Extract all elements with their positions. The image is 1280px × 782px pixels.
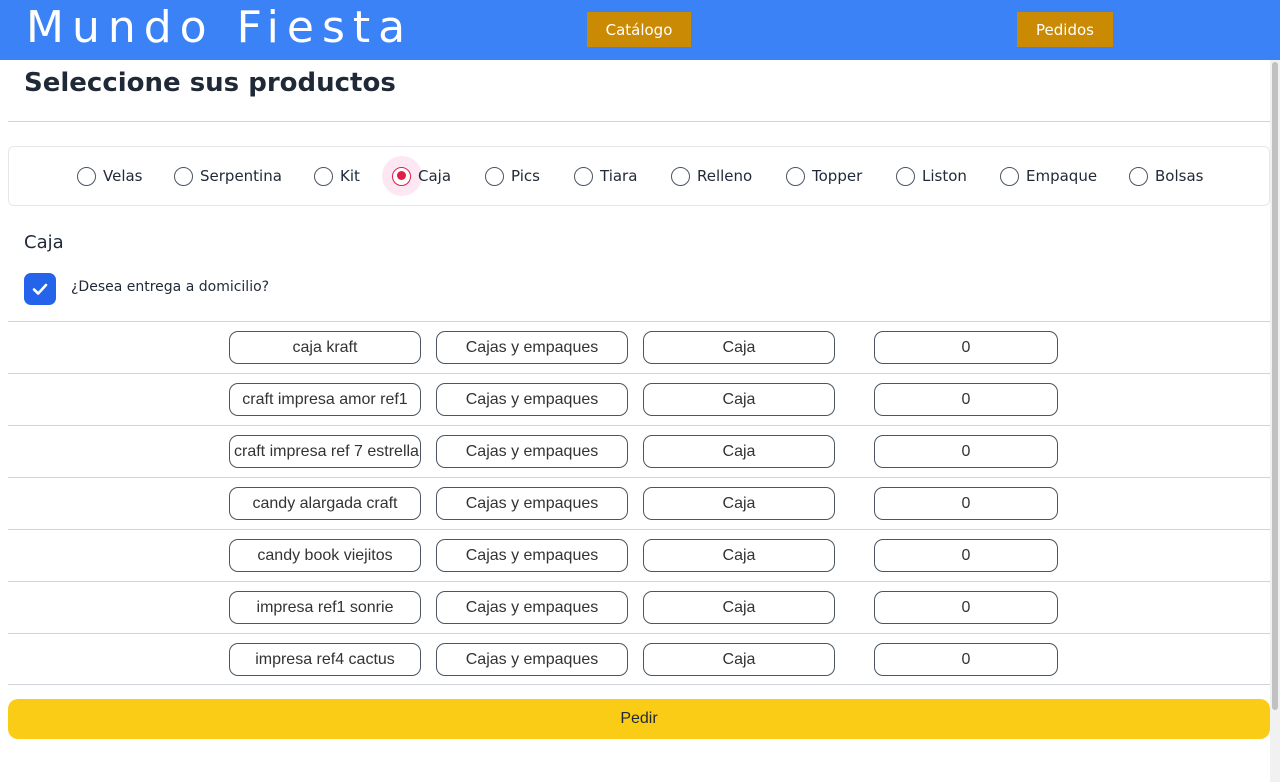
product-name-field[interactable]: candy alargada craft: [229, 487, 421, 520]
scrollbar-thumb[interactable]: [1272, 62, 1278, 710]
quantity-input[interactable]: 0: [874, 643, 1058, 676]
category-radio-empaque[interactable]: Empaque: [1000, 147, 1097, 205]
product-category-field[interactable]: Cajas y empaques: [436, 591, 628, 624]
radio-circle[interactable]: [671, 166, 690, 186]
product-name-field[interactable]: candy book viejitos: [229, 539, 421, 572]
product-type-field[interactable]: Caja: [643, 383, 835, 416]
table-row: craft impresa amor ref1 Cajas y empaques C…: [8, 373, 1270, 425]
product-name-field[interactable]: craft impresa amor ref1: [229, 383, 421, 416]
product-type-field[interactable]: Caja: [643, 331, 835, 364]
radio-circle[interactable]: [1129, 166, 1148, 186]
product-type-field[interactable]: Caja: [643, 591, 835, 624]
radio-label: Tiara: [600, 167, 638, 185]
radio-circle[interactable]: [77, 166, 96, 186]
top-header: Mundo Fiesta Catálogo Pedidos: [0, 0, 1280, 60]
product-name-field[interactable]: impresa ref4 cactus: [229, 643, 421, 676]
nav-catalogo-button[interactable]: Catálogo: [587, 12, 691, 47]
divider: [8, 121, 1270, 122]
table-row: caja kraft Cajas y empaques Caja 0: [8, 321, 1270, 373]
category-radio-tiara[interactable]: Tiara: [574, 147, 637, 205]
product-type-field[interactable]: Caja: [643, 539, 835, 572]
category-radio-serpentina[interactable]: Serpentina: [174, 147, 282, 205]
products-table: caja kraft Cajas y empaques Caja 0 craft imp…: [8, 321, 1270, 685]
nav-pedidos-button[interactable]: Pedidos: [1017, 12, 1113, 47]
category-radio-liston[interactable]: Liston: [896, 147, 967, 205]
brand-logo: Mundo Fiesta: [26, 2, 414, 53]
product-category-field[interactable]: Cajas y empaques: [436, 435, 628, 468]
category-radio-velas[interactable]: Velas: [77, 147, 143, 205]
quantity-input[interactable]: 0: [874, 331, 1058, 364]
product-name-field[interactable]: caja kraft: [229, 331, 421, 364]
quantity-input[interactable]: 0: [874, 539, 1058, 572]
radio-label: Liston: [922, 167, 967, 185]
product-category-field[interactable]: Cajas y empaques: [436, 487, 628, 520]
radio-circle[interactable]: [314, 166, 333, 186]
page-title: Seleccione sus productos: [24, 68, 396, 98]
radio-circle[interactable]: [574, 166, 593, 186]
radio-label: Topper: [812, 167, 863, 185]
table-row: impresa ref4 cactus Cajas y empaques Caja 0: [8, 633, 1270, 685]
product-type-field[interactable]: Caja: [643, 487, 835, 520]
category-radio-caja[interactable]: Caja: [382, 147, 452, 205]
product-name-field[interactable]: impresa ref1 sonrie: [229, 591, 421, 624]
radio-label: Serpentina: [200, 167, 282, 185]
product-category-field[interactable]: Cajas y empaques: [436, 539, 628, 572]
product-type-field[interactable]: Caja: [643, 435, 835, 468]
radio-label: Pics: [511, 167, 540, 185]
radio-circle[interactable]: [1000, 166, 1019, 186]
radio-circle[interactable]: [392, 166, 411, 186]
category-radio-group: Velas Serpentina Kit Caja Pics Tiara Relleno To…: [8, 146, 1270, 206]
quantity-input[interactable]: 0: [874, 383, 1058, 416]
table-row: craft impresa ref 7 estrella Cajas y empa…: [8, 425, 1270, 477]
delivery-checkbox[interactable]: [24, 273, 56, 305]
radio-label: Kit: [340, 167, 360, 185]
radio-label: Caja: [418, 167, 452, 185]
product-category-field[interactable]: Cajas y empaques: [436, 643, 628, 676]
product-category-field[interactable]: Cajas y empaques: [436, 331, 628, 364]
quantity-input[interactable]: 0: [874, 435, 1058, 468]
category-radio-topper[interactable]: Topper: [786, 147, 862, 205]
table-row: impresa ref1 sonrie Cajas y empaques Caja 0: [8, 581, 1270, 633]
delivery-checkbox-label[interactable]: ¿Desea entrega a domicilio?: [71, 279, 269, 295]
category-radio-relleno[interactable]: Relleno: [671, 147, 752, 205]
quantity-input[interactable]: 0: [874, 591, 1058, 624]
product-type-field[interactable]: Caja: [643, 643, 835, 676]
radio-label: Relleno: [697, 167, 753, 185]
product-category-field[interactable]: Cajas y empaques: [436, 383, 628, 416]
radio-label: Bolsas: [1155, 167, 1204, 185]
table-row: candy book viejitos Cajas y empaques Caja 0: [8, 529, 1270, 581]
quantity-input[interactable]: 0: [874, 487, 1058, 520]
section-title: Caja: [24, 232, 64, 253]
category-radio-pics[interactable]: Pics: [485, 147, 540, 205]
radio-label: Velas: [103, 167, 143, 185]
radio-circle[interactable]: [786, 166, 805, 186]
radio-circle[interactable]: [485, 166, 504, 186]
radio-label: Empaque: [1026, 167, 1098, 185]
check-icon: [32, 283, 48, 295]
product-name-field[interactable]: craft impresa ref 7 estrella: [229, 435, 421, 468]
category-radio-bolsas[interactable]: Bolsas: [1129, 147, 1203, 205]
category-radio-kit[interactable]: Kit: [314, 147, 360, 205]
radio-circle[interactable]: [174, 166, 193, 186]
radio-circle[interactable]: [896, 166, 915, 186]
pedir-button[interactable]: Pedir: [8, 699, 1270, 739]
table-row: candy alargada craft Cajas y empaques Caja…: [8, 477, 1270, 529]
